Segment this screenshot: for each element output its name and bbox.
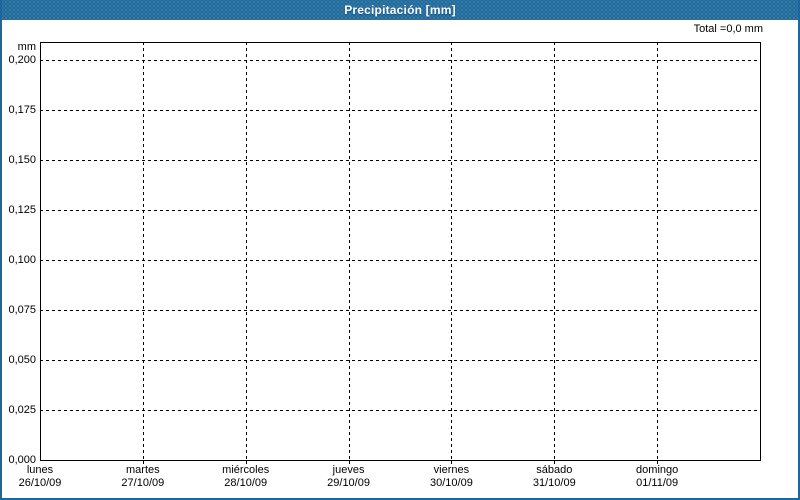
total-annotation: Total =0,0 mm (693, 23, 763, 35)
y-tick-label: 0,175 (8, 104, 36, 116)
chart-title-bar: Precipitación [mm] (0, 0, 800, 20)
x-tick-date-label: 27/10/09 (121, 477, 165, 489)
x-tick-label: lunes 26/10/09 (19, 464, 62, 490)
x-tick-label: domingo 01/11/09 (636, 464, 678, 490)
y-tick-label: 0,150 (8, 154, 36, 166)
gridline-horizontal (40, 60, 760, 61)
x-tick-date-label: 01/11/09 (636, 477, 679, 489)
x-tick-date-label: 30/10/09 (430, 477, 473, 489)
x-tick-label: viernes 30/10/09 (430, 464, 473, 490)
y-tick-label: 0,075 (8, 304, 36, 316)
gridline-horizontal (40, 160, 760, 161)
x-tick-day-label: lunes (26, 464, 54, 476)
gridline-horizontal (40, 410, 760, 411)
y-tick-label: 0,100 (8, 254, 36, 266)
y-tick-label: 0,200 (8, 54, 36, 66)
x-tick-day-label: miércoles (222, 464, 270, 476)
gridline-horizontal (40, 110, 760, 111)
x-tick-day-label: viernes (433, 464, 470, 476)
gridline-vertical (246, 42, 247, 460)
gridline-vertical (143, 42, 144, 460)
x-tick-day-label: domingo (636, 464, 679, 476)
x-tick-day-label: jueves (332, 464, 365, 476)
chart-window: Precipitación [mm] Total =0,0 mm mm 0,20… (0, 0, 800, 500)
x-tick-date-label: 26/10/09 (18, 477, 62, 489)
gridline-vertical (657, 42, 658, 460)
x-tick-date-label: 28/10/09 (224, 477, 268, 489)
x-tick-day-label: sábado (536, 464, 573, 476)
gridline-vertical (451, 42, 452, 460)
y-tick-label: 0,050 (8, 354, 36, 366)
chart-title: Precipitación [mm] (344, 3, 456, 17)
gridline-horizontal (40, 360, 760, 361)
x-tick-label: miércoles 28/10/09 (222, 464, 269, 490)
y-tick-label: 0,125 (8, 204, 36, 216)
gridline-vertical (349, 42, 350, 460)
y-axis-unit-label: mm (17, 41, 36, 53)
plot-area (40, 42, 761, 461)
gridline-horizontal (40, 310, 760, 311)
gridline-horizontal (40, 210, 760, 211)
y-tick-label: 0,025 (8, 404, 36, 416)
x-tick-label: martes 27/10/09 (121, 464, 164, 490)
x-tick-label: jueves 29/10/09 (327, 464, 370, 490)
gridline-vertical (554, 42, 555, 460)
gridline-horizontal (40, 260, 760, 261)
x-tick-day-label: martes (126, 464, 160, 476)
x-tick-date-label: 31/10/09 (532, 477, 576, 489)
x-tick-label: sábado 31/10/09 (533, 464, 576, 490)
x-tick-date-label: 29/10/09 (327, 477, 370, 489)
